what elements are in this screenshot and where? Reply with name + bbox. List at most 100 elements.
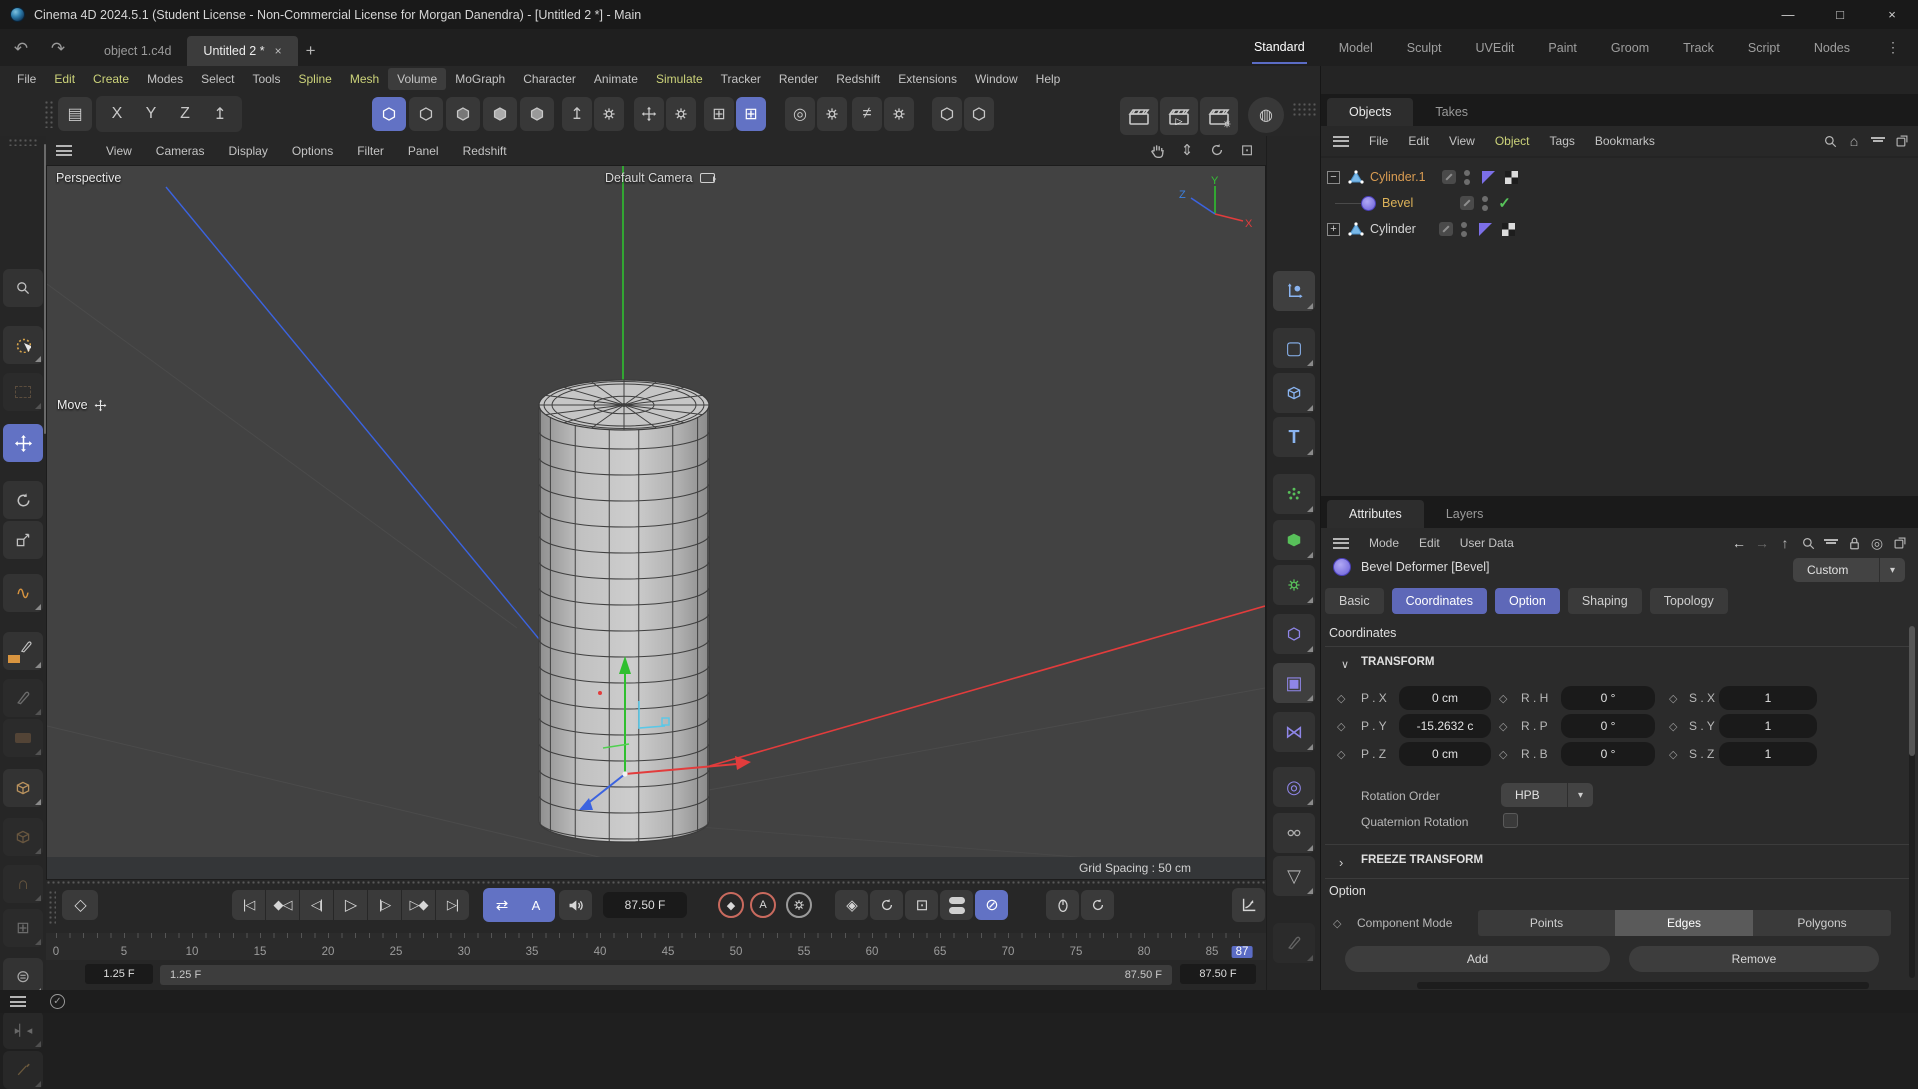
symmetry-mode-icon[interactable]: ⋈ (1273, 712, 1315, 752)
mode-hexagon-3-icon[interactable] (446, 97, 480, 131)
layout-tab-uvedit[interactable]: UVEdit (1474, 33, 1517, 63)
menu-mograph[interactable]: MoGraph (446, 68, 514, 90)
record-keyframe-icon[interactable]: ◆ (718, 892, 744, 918)
layout-tab-groom[interactable]: Groom (1609, 33, 1651, 63)
polygons-mode-icon[interactable] (1273, 520, 1315, 560)
sy-field[interactable]: 1 (1719, 714, 1817, 738)
tab-objects[interactable]: Objects (1327, 98, 1413, 126)
menu-create[interactable]: Create (84, 68, 138, 90)
camera-modes-icon[interactable] (1273, 813, 1315, 853)
tab-layers[interactable]: Layers (1424, 500, 1506, 528)
key-selection-icon[interactable]: ◈ (835, 890, 868, 920)
edges-mode-gear-icon[interactable] (1273, 565, 1315, 605)
enable-toggle-icon[interactable] (1439, 222, 1453, 236)
current-frame-marker[interactable]: 87 (1232, 946, 1253, 958)
coord-tool-icon[interactable]: ↥ (562, 97, 592, 131)
key-rotation-icon[interactable] (870, 890, 903, 920)
texture-tag-icon[interactable] (1505, 171, 1518, 184)
extrude-cube-icon[interactable] (3, 769, 43, 807)
preset-dropdown[interactable]: Custom ▾ (1793, 558, 1905, 582)
attributes-menu-mode[interactable]: Mode (1359, 532, 1409, 554)
menu-mesh[interactable]: Mesh (341, 68, 388, 90)
objects-menu-object[interactable]: Object (1485, 130, 1540, 152)
workplane-mode-icon[interactable]: ▢ (1273, 328, 1315, 368)
tab-coordinates[interactable]: Coordinates (1392, 588, 1487, 614)
uv-mode-icon[interactable]: ▣ (1273, 663, 1315, 703)
mode-hexagon-1-icon[interactable] (372, 97, 406, 131)
menu-animate[interactable]: Animate (585, 68, 647, 90)
new-tab-button[interactable]: + (298, 36, 324, 66)
undo-button[interactable]: ↶ (6, 34, 36, 64)
enable-toggle-icon[interactable] (1460, 196, 1474, 210)
status-menu-icon[interactable] (10, 996, 26, 1007)
viewport-menu-cameras[interactable]: Cameras (156, 144, 205, 158)
lock-icon[interactable] (1843, 532, 1865, 554)
menu-extensions[interactable]: Extensions (889, 68, 966, 90)
tab-takes[interactable]: Takes (1413, 98, 1490, 126)
layout-menu-kebab-icon[interactable]: ⋮ (1882, 39, 1904, 56)
arch-tool-icon[interactable]: ∩ (3, 865, 43, 903)
layout-tab-standard[interactable]: Standard (1252, 32, 1307, 64)
objects-filter-icon[interactable] (1867, 130, 1889, 152)
add-button[interactable]: Add (1345, 946, 1610, 972)
attributes-filter-icon[interactable] (1820, 532, 1842, 554)
axis-mode-icon[interactable] (1273, 271, 1315, 311)
key-position-icon[interactable]: ⊡ (905, 890, 938, 920)
tab-basic[interactable]: Basic (1325, 588, 1384, 614)
tree-row-bevel[interactable]: Bevel ✓ (1321, 190, 1918, 216)
phong-tag-icon[interactable] (1479, 223, 1492, 236)
phong-tag-icon[interactable] (1482, 171, 1495, 184)
objects-hamburger-icon[interactable] (1333, 136, 1349, 147)
tree-row-cylinder1[interactable]: − Cylinder.1 (1321, 164, 1918, 190)
key-diamond-icon[interactable]: ◇ (1333, 917, 1341, 930)
fcurve-graph-icon[interactable] (1232, 888, 1265, 922)
previous-frame-button[interactable]: ◁| (300, 890, 333, 920)
menu-help[interactable]: Help (1027, 68, 1070, 90)
objects-search-icon[interactable] (1819, 130, 1841, 152)
tab-shaping[interactable]: Shaping (1568, 588, 1642, 614)
ring-mode-icon[interactable]: ◎ (1273, 767, 1315, 807)
mode-hexagon-4-icon[interactable] (483, 97, 517, 131)
menu-file[interactable]: File (8, 68, 45, 90)
menu-redshift[interactable]: Redshift (827, 68, 889, 90)
move-tool-icon[interactable] (3, 424, 43, 462)
layout-tab-model[interactable]: Model (1337, 33, 1375, 63)
visibility-dots-icon[interactable] (1482, 196, 1488, 211)
points-mode-icon[interactable] (1273, 474, 1315, 514)
object-name[interactable]: Cylinder.1 (1370, 170, 1426, 184)
render-settings-icon[interactable] (1200, 97, 1238, 135)
sx-field[interactable]: 1 (1719, 686, 1817, 710)
attributes-search-icon[interactable] (1797, 532, 1819, 554)
viewport-menu-display[interactable]: Display (228, 144, 267, 158)
play-button[interactable]: ▷ (334, 890, 367, 920)
mouse-record-icon[interactable] (1046, 890, 1079, 920)
tab-close-icon[interactable]: × (275, 44, 282, 58)
axis-lock-z-button[interactable]: Z (168, 97, 202, 131)
viewport-canvas[interactable]: Perspective Default Camera Move Y Z X Gr… (46, 165, 1266, 880)
objects-menu-view[interactable]: View (1439, 130, 1485, 152)
rh-field[interactable]: 0 ° (1561, 686, 1655, 710)
dolly-icon[interactable]: ⇕ (1176, 139, 1198, 161)
freeze-transform-label[interactable]: FREEZE TRANSFORM (1361, 854, 1483, 866)
live-selection-tool-icon[interactable] (3, 326, 43, 364)
snapping-grid-icon[interactable]: ⊞ (736, 97, 766, 131)
deformer-enabled-check-icon[interactable]: ✓ (1498, 194, 1511, 212)
objects-detach-icon[interactable] (1891, 130, 1913, 152)
objects-menu-tags[interactable]: Tags (1540, 130, 1585, 152)
layout-tab-nodes[interactable]: Nodes (1812, 33, 1852, 63)
menu-spline[interactable]: Spline (289, 68, 340, 90)
history-back-icon[interactable]: ← (1728, 532, 1750, 554)
workplane-grid-icon[interactable]: ⊞ (704, 97, 734, 131)
loop-playback-icon[interactable]: ⇄ (485, 890, 518, 920)
remove-button[interactable]: Remove (1629, 946, 1879, 972)
attributes-menu-edit[interactable]: Edit (1409, 532, 1450, 554)
mode-hexagon-2-icon[interactable] (409, 97, 443, 131)
viewport-menu-redshift[interactable]: Redshift (463, 144, 507, 158)
pz-field[interactable]: 0 cm (1399, 742, 1491, 766)
move-snap-icon[interactable] (634, 97, 664, 131)
previous-key-button[interactable]: ◆◁ (266, 890, 299, 920)
objects-menu-file[interactable]: File (1359, 130, 1398, 152)
go-up-icon[interactable]: ↑ (1774, 532, 1796, 554)
cut-gear-icon[interactable] (884, 97, 914, 131)
viewport-hamburger-icon[interactable] (56, 145, 72, 156)
